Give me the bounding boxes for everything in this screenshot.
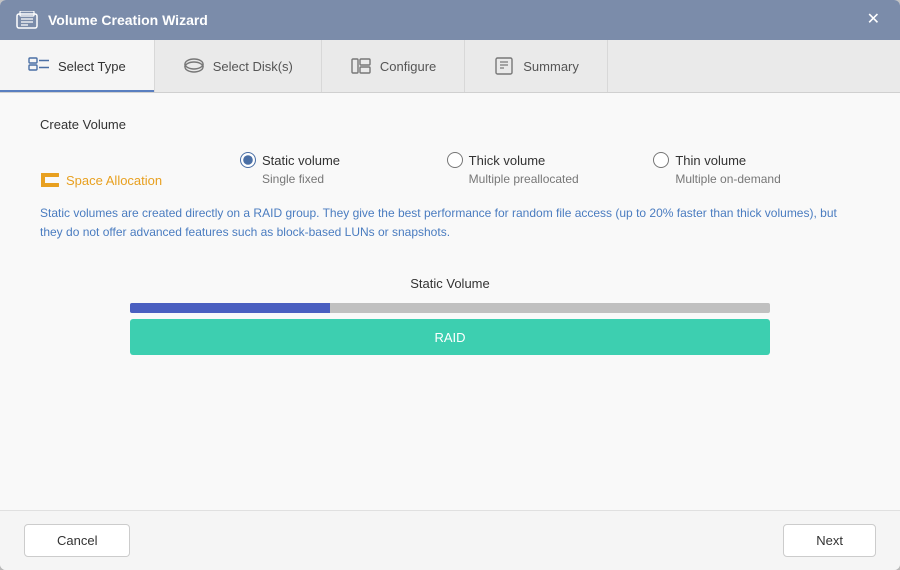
select-type-icon	[28, 57, 50, 75]
select-disks-icon	[183, 57, 205, 75]
summary-icon	[493, 57, 515, 75]
diagram-title: Static Volume	[410, 276, 490, 291]
footer: Cancel Next	[0, 510, 900, 570]
space-allocation-text: Space Allocation	[66, 173, 162, 188]
bar-blue	[130, 303, 330, 313]
configure-icon	[350, 57, 372, 75]
option-thick[interactable]: Thick volume Multiple preallocated	[447, 152, 654, 186]
bar-gray	[330, 303, 770, 313]
diagram-section: Static Volume RAID	[40, 276, 860, 355]
window: Volume Creation Wizard ✕ Select Type	[0, 0, 900, 570]
diagram-bars: RAID	[130, 299, 770, 355]
window-icon	[16, 11, 38, 29]
radio-thin-sublabel: Multiple on-demand	[653, 172, 780, 186]
radio-thick-sublabel: Multiple preallocated	[447, 172, 579, 186]
title-bar: Volume Creation Wizard ✕	[0, 0, 900, 40]
tab-configure-label: Configure	[380, 59, 436, 74]
tab-configure[interactable]: Configure	[322, 40, 465, 92]
title-bar-left: Volume Creation Wizard	[16, 11, 208, 29]
radio-static[interactable]	[240, 152, 256, 168]
space-allocation-icon	[40, 172, 60, 188]
radio-static-label: Static volume	[262, 153, 340, 168]
cancel-button[interactable]: Cancel	[24, 524, 130, 557]
tab-summary-label: Summary	[523, 59, 579, 74]
radio-static-sublabel: Single fixed	[240, 172, 324, 186]
radio-thick-label: Thick volume	[469, 153, 546, 168]
tab-select-disks[interactable]: Select Disk(s)	[155, 40, 322, 92]
radio-thin-label: Thin volume	[675, 153, 746, 168]
option-thin[interactable]: Thin volume Multiple on-demand	[653, 152, 860, 186]
tab-summary[interactable]: Summary	[465, 40, 608, 92]
options-row: Space Allocation Static volume Single fi…	[40, 152, 860, 188]
tab-select-type[interactable]: Select Type	[0, 40, 155, 92]
radio-thin[interactable]	[653, 152, 669, 168]
close-button[interactable]: ✕	[863, 10, 884, 30]
static-volume-bar-row	[130, 299, 770, 317]
tabs-bar: Select Type Select Disk(s)	[0, 40, 900, 93]
radio-thick[interactable]	[447, 152, 463, 168]
raid-bar: RAID	[130, 319, 770, 355]
raid-label: RAID	[434, 330, 465, 345]
description-text: Static volumes are created directly on a…	[40, 204, 860, 242]
next-button[interactable]: Next	[783, 524, 876, 557]
window-title: Volume Creation Wizard	[48, 12, 208, 28]
space-allocation-label: Space Allocation	[40, 152, 240, 188]
option-static[interactable]: Static volume Single fixed	[240, 152, 447, 186]
tab-select-disks-label: Select Disk(s)	[213, 59, 293, 74]
section-title: Create Volume	[40, 117, 860, 132]
tab-select-type-label: Select Type	[58, 59, 126, 74]
content-area: Create Volume Space Allocation Stat	[0, 93, 900, 510]
